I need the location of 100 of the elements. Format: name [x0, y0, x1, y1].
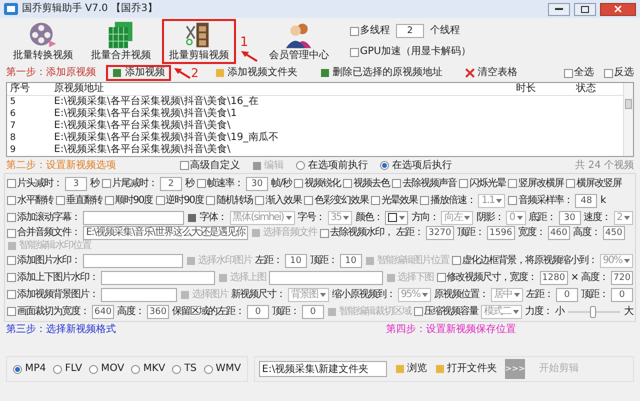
- number-field[interactable]: 640: [92, 304, 114, 318]
- number-field[interactable]: 0: [556, 288, 578, 302]
- caret-icon: [320, 292, 326, 296]
- text-field[interactable]: [101, 288, 177, 302]
- checkbox[interactable]: 合并音频文件：: [7, 227, 80, 239]
- browse-button[interactable]: 浏览: [395, 363, 427, 375]
- checkbox[interactable]: 视频去色: [343, 178, 390, 190]
- radio-button[interactable]: FLV: [53, 363, 82, 375]
- radio-button[interactable]: 在选项后执行: [380, 160, 452, 172]
- checkbox[interactable]: 添加图片水印：: [7, 254, 80, 266]
- radio-button[interactable]: MP4: [13, 363, 46, 375]
- checkbox[interactable]: 渐入效果: [255, 194, 302, 206]
- toolbar-button[interactable]: 批量合并视频: [84, 18, 158, 64]
- checkbox[interactable]: 竖屏改横屏: [508, 178, 564, 190]
- checkbox[interactable]: 添加上下图片水印：: [7, 272, 98, 284]
- field-label: k: [600, 194, 606, 206]
- field-label: 颜色：: [355, 212, 382, 224]
- checkbox[interactable]: 随机转场: [206, 194, 252, 206]
- toolbar-button[interactable]: 会员管理中心: [262, 18, 336, 64]
- checkbox[interactable]: 高级自定义: [180, 160, 240, 172]
- radio-button[interactable]: WMV: [204, 363, 241, 375]
- thread-count-field[interactable]: 2: [396, 24, 424, 38]
- column-header[interactable]: 原视频地址: [51, 83, 513, 95]
- checkbox[interactable]: 反选: [604, 67, 634, 79]
- scrollbar[interactable]: [623, 83, 633, 156]
- number-field[interactable]: 0: [302, 304, 324, 318]
- checkbox[interactable]: 去除视频声音: [392, 178, 456, 190]
- checkbox[interactable]: 压缩视频容量: [414, 306, 478, 318]
- column-header[interactable]: 时长: [513, 83, 573, 95]
- checkbox[interactable]: 播放倍速：: [420, 194, 476, 206]
- number-field[interactable]: 0: [247, 304, 269, 318]
- action-button[interactable]: 添加视频: [106, 65, 171, 81]
- checkbox[interactable]: 虚化边框背景，将原视频缩小到：: [452, 254, 597, 266]
- checkbox[interactable]: 添加视频背景图片：: [7, 288, 98, 300]
- checkbox[interactable]: 添加滚动字幕：: [7, 212, 80, 224]
- number-field[interactable]: 48: [575, 194, 598, 208]
- checkbox[interactable]: 横屏改竖屏: [566, 178, 622, 190]
- number-field[interactable]: 0: [611, 288, 633, 302]
- maximize-button[interactable]: [574, 2, 596, 16]
- number-field[interactable]: 720: [611, 270, 634, 284]
- checkbox[interactable]: 垂直翻转: [56, 194, 102, 206]
- checkbox[interactable]: GPU加速（用显卡解码）: [350, 46, 472, 58]
- number-field[interactable]: 3: [65, 176, 87, 190]
- close-button[interactable]: [600, 2, 636, 16]
- action-button[interactable]: 添加视频文件夹: [208, 65, 304, 81]
- number-field[interactable]: 30: [246, 176, 268, 190]
- number-field[interactable]: 360: [147, 304, 169, 318]
- column-header[interactable]: 序号: [7, 83, 51, 95]
- checkbox[interactable]: 画面裁切为宽度：: [7, 306, 89, 318]
- number-field[interactable]: 10: [284, 254, 307, 268]
- checkbox[interactable]: 片头减时：: [7, 178, 62, 190]
- checkbox[interactable]: 帧速率：: [197, 178, 243, 190]
- field-label: 高度：: [117, 306, 144, 318]
- toolbar-button[interactable]: 批量转换视频: [6, 18, 80, 64]
- radio-button[interactable]: MKV: [131, 363, 166, 375]
- radio-button[interactable]: TS: [172, 363, 197, 375]
- checkbox[interactable]: 全选: [564, 67, 594, 79]
- text-field[interactable]: [83, 254, 183, 268]
- text-field[interactable]: [83, 210, 184, 224]
- checkbox[interactable]: 水平翻转: [7, 194, 53, 206]
- image-icon: [186, 212, 197, 222]
- number-field[interactable]: 10: [340, 254, 362, 268]
- open-folder-button[interactable]: 打开文件夹: [435, 363, 497, 375]
- slider-thumb[interactable]: [590, 306, 596, 318]
- checkbox[interactable]: 光晕效果: [371, 194, 418, 206]
- checkbox[interactable]: 多线程: [350, 25, 390, 37]
- checkbox[interactable]: 逆时90度: [156, 194, 204, 206]
- number-field[interactable]: 2: [160, 176, 182, 190]
- number-field[interactable]: 30: [558, 210, 581, 224]
- slider[interactable]: [568, 306, 620, 318]
- table-cell-text: E:\视频采集\各平台采集视频\抖音\美食\: [53, 144, 232, 156]
- text-field[interactable]: [101, 270, 215, 284]
- checkbox[interactable]: 视频锐化: [294, 178, 340, 190]
- text-field[interactable]: E:\视频采集\音乐\世界这么大还是遇见你: [83, 226, 248, 240]
- checkbox[interactable]: 闪烁光晕: [459, 178, 506, 190]
- column-header[interactable]: 状态: [573, 83, 623, 95]
- checkbox[interactable]: 修改视频尺寸，宽度：: [436, 272, 537, 284]
- checkbox[interactable]: 音频采样率：: [508, 194, 572, 206]
- field-label: 帧/秒: [271, 178, 292, 190]
- number-field[interactable]: 1596: [486, 226, 515, 240]
- text-field[interactable]: [268, 270, 383, 284]
- video-count: 共 24 个视频: [574, 160, 634, 172]
- minimize-button[interactable]: [548, 2, 570, 16]
- radio-button[interactable]: MOV: [89, 363, 124, 375]
- toolbar-button[interactable]: 批量剪辑视频: [162, 18, 236, 64]
- checkbox[interactable]: 顺时90度: [105, 194, 153, 206]
- number-field[interactable]: 1280: [540, 270, 568, 284]
- number-field[interactable]: 450: [602, 226, 625, 240]
- number-field[interactable]: 460: [548, 226, 570, 240]
- checkbox[interactable]: 色彩变幻效果: [304, 194, 368, 206]
- action-button[interactable]: 删除已选择的原视频地址: [314, 65, 449, 81]
- action-button[interactable]: 清空表格: [458, 65, 524, 81]
- checkbox[interactable]: 片尾减时：: [102, 178, 157, 190]
- checkbox[interactable]: 去除视频水印，: [320, 227, 393, 239]
- radio-button[interactable]: 在选项前执行: [296, 160, 368, 172]
- window-title: 国乔剪辑助手 V7.0 【国乔3】: [22, 3, 158, 15]
- tool-button[interactable]: [186, 212, 197, 222]
- number-field[interactable]: 3270: [426, 226, 454, 240]
- output-path-field[interactable]: E:\视频采集\新建文件夹: [259, 361, 387, 377]
- color-picker[interactable]: [385, 210, 408, 224]
